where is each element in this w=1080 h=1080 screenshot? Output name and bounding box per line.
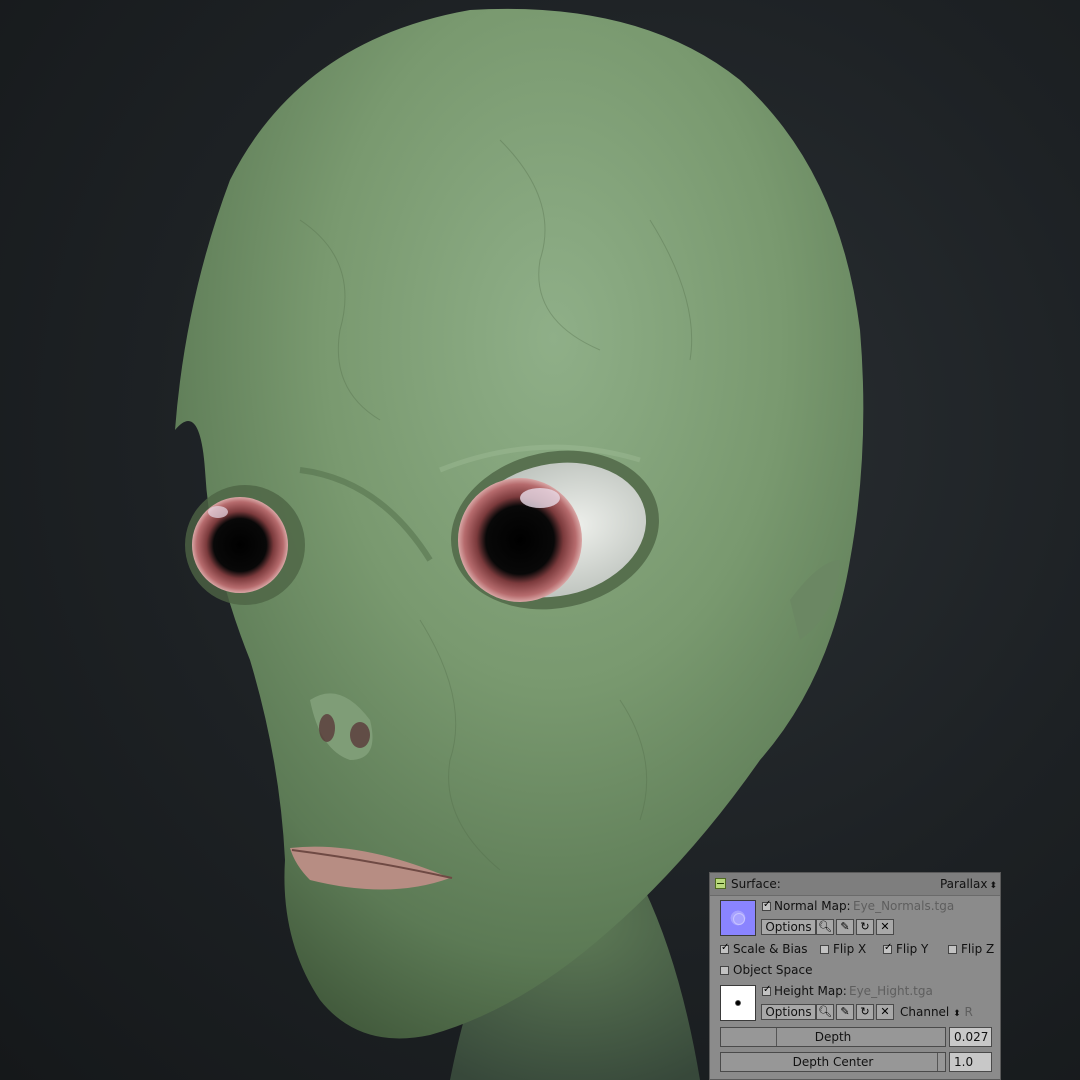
- search-icon[interactable]: 🔍︎: [816, 1004, 834, 1020]
- channel-label: Channel: [900, 1005, 950, 1019]
- updown-arrow-icon: ⬍: [953, 1009, 961, 1019]
- depth-slider-handle[interactable]: [776, 1028, 777, 1046]
- normal-map-label: Normal Map:: [774, 899, 851, 913]
- surface-panel: Surface: Parallax⬍ Normal Map: Eye_Norma…: [709, 872, 1001, 1080]
- normal-map-thumbnail[interactable]: [720, 900, 756, 936]
- depth-value-field[interactable]: 0.027: [949, 1027, 992, 1047]
- height-map-options-button[interactable]: Options: [761, 1004, 816, 1020]
- surface-title: Surface:: [731, 877, 781, 891]
- flip-y-checkbox[interactable]: [883, 942, 892, 954]
- height-map-checkbox[interactable]: [762, 984, 771, 996]
- left-eye-iris: [192, 497, 288, 593]
- pencil-icon[interactable]: ✎: [836, 1004, 854, 1020]
- height-map-filename[interactable]: Eye_Hight.tga: [849, 984, 933, 998]
- height-map-label: Height Map:: [774, 984, 847, 998]
- pencil-icon[interactable]: ✎: [836, 919, 854, 935]
- flip-z-checkbox[interactable]: [948, 945, 957, 954]
- flip-y-label: Flip Y: [896, 942, 929, 956]
- normal-map-checkbox[interactable]: [762, 899, 771, 911]
- surface-panel-header: Surface: Parallax ⬍: [710, 873, 1000, 896]
- depth-center-label: Depth Center: [792, 1055, 874, 1069]
- scale-bias-checkbox[interactable]: [720, 942, 729, 954]
- depth-center-slider-handle[interactable]: [937, 1053, 938, 1071]
- object-space-checkbox[interactable]: [720, 966, 729, 975]
- normal-map-filename[interactable]: Eye_Normals.tga: [853, 899, 954, 913]
- collapse-icon[interactable]: [715, 878, 726, 889]
- reload-icon[interactable]: ↻: [856, 1004, 874, 1020]
- right-eye-iris: [458, 478, 582, 602]
- depth-slider[interactable]: Depth: [720, 1027, 946, 1047]
- channel-select[interactable]: Channel ⬍ R: [900, 1005, 973, 1019]
- updown-arrow-icon: ⬍: [989, 881, 997, 891]
- shader-mode-value: Parallax: [939, 877, 988, 891]
- normal-map-options-button[interactable]: Options: [761, 919, 816, 935]
- flip-z-label: Flip Z: [961, 942, 995, 956]
- flip-x-checkbox[interactable]: [820, 945, 829, 954]
- height-map-thumbnail[interactable]: [720, 985, 756, 1021]
- close-icon[interactable]: ✕: [876, 1004, 894, 1020]
- reload-icon[interactable]: ↻: [856, 919, 874, 935]
- shader-mode-select[interactable]: Parallax ⬍: [940, 877, 997, 891]
- depth-label: Depth: [814, 1030, 852, 1044]
- depth-center-slider[interactable]: Depth Center: [720, 1052, 946, 1072]
- channel-value: R: [964, 1005, 973, 1019]
- scale-bias-label: Scale & Bias: [733, 942, 808, 956]
- close-icon[interactable]: ✕: [876, 919, 894, 935]
- flip-x-label: Flip X: [833, 942, 867, 956]
- search-icon[interactable]: 🔍︎: [816, 919, 834, 935]
- depth-center-value-field[interactable]: 1.0: [949, 1052, 992, 1072]
- object-space-label: Object Space: [733, 963, 813, 977]
